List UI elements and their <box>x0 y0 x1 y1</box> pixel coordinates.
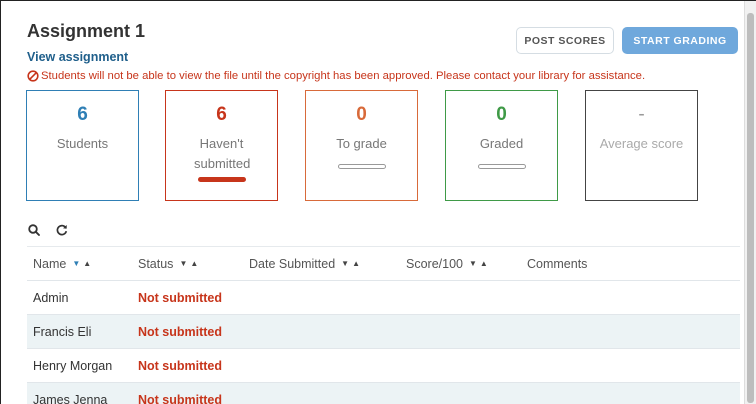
column-label: Status <box>138 256 174 271</box>
scrollbar-thumb[interactable] <box>747 13 754 403</box>
sort-desc-icon[interactable]: ▼ <box>469 259 477 268</box>
submission-status: Not submitted <box>138 324 223 339</box>
card-value: 0 <box>496 104 507 125</box>
column-label: Date Submitted <box>249 256 336 271</box>
submission-status: Not submitted <box>138 358 223 373</box>
submission-status: Not submitted <box>138 290 223 305</box>
table-row[interactable]: Admin Not submitted <box>27 280 740 314</box>
card-progress-bar <box>337 164 386 169</box>
start-grading-button[interactable]: START GRADING <box>622 27 738 54</box>
sort-asc-icon[interactable]: ▲ <box>352 259 360 268</box>
table-row[interactable]: Francis Eli Not submitted <box>27 314 740 348</box>
column-label: Name <box>33 256 67 271</box>
copyright-warning: Students will not be able to view the fi… <box>27 70 645 82</box>
sort-asc-icon[interactable]: ▲ <box>190 259 198 268</box>
card-progress-bar <box>477 164 526 169</box>
card-havent-submitted[interactable]: 6 Haven't submitted <box>165 90 278 201</box>
student-name: Admin <box>33 290 69 305</box>
column-header-date-submitted[interactable]: Date Submitted ▼ ▲ <box>249 257 360 271</box>
sort-controls: ▼ ▲ <box>469 259 488 268</box>
column-label: Score/100 <box>406 256 463 271</box>
search-icon[interactable] <box>27 223 41 237</box>
table-tools <box>27 223 69 237</box>
ban-icon <box>27 70 39 82</box>
submissions-table: Name ▼ ▲ Status ▼ ▲ Date Submitted ▼ ▲ S… <box>27 246 740 404</box>
warning-text: Students will not be able to view the fi… <box>41 70 646 82</box>
card-label: Graded <box>479 136 524 151</box>
card-average-score[interactable]: - Average score <box>585 90 698 201</box>
sort-controls: ▼ ▲ <box>72 259 91 268</box>
card-value: 6 <box>77 104 88 125</box>
card-graded[interactable]: 0 Graded <box>445 90 558 201</box>
assignment-panel: Assignment 1 View assignment POST SCORES… <box>0 0 756 404</box>
card-label: Average score <box>599 136 684 151</box>
card-value: 6 <box>216 104 227 125</box>
card-value: - <box>638 104 645 125</box>
view-assignment-link[interactable]: View assignment <box>27 50 128 64</box>
post-scores-button[interactable]: POST SCORES <box>516 27 614 54</box>
sort-desc-icon[interactable]: ▼ <box>179 259 187 268</box>
column-header-comments: Comments <box>527 256 588 271</box>
sort-controls: ▼ ▲ <box>179 259 198 268</box>
column-header-status[interactable]: Status ▼ ▲ <box>138 257 198 271</box>
page-title: Assignment 1 <box>27 21 146 41</box>
card-progress-bar <box>197 177 246 182</box>
table-row[interactable]: James Jenna Not submitted <box>27 382 740 404</box>
student-name: Henry Morgan <box>33 358 113 373</box>
card-to-grade[interactable]: 0 To grade <box>305 90 418 201</box>
sort-controls: ▼ ▲ <box>341 259 360 268</box>
submission-status: Not submitted <box>138 392 223 404</box>
student-name: Francis Eli <box>33 324 92 339</box>
card-label: Haven't submitted <box>194 136 251 171</box>
vertical-scrollbar[interactable] <box>744 1 756 404</box>
sort-asc-icon[interactable]: ▲ <box>83 259 91 268</box>
sort-desc-icon[interactable]: ▼ <box>341 259 349 268</box>
table-header-row: Name ▼ ▲ Status ▼ ▲ Date Submitted ▼ ▲ S… <box>27 246 740 280</box>
card-value: 0 <box>356 104 367 125</box>
card-label: Students <box>56 136 109 151</box>
table-row[interactable]: Henry Morgan Not submitted <box>27 348 740 382</box>
refresh-icon[interactable] <box>55 223 69 237</box>
sort-asc-icon[interactable]: ▲ <box>480 259 488 268</box>
card-label: To grade <box>336 136 387 151</box>
student-name: James Jenna <box>33 392 108 404</box>
column-header-score[interactable]: Score/100 ▼ ▲ <box>406 257 488 271</box>
column-header-name[interactable]: Name ▼ ▲ <box>33 257 91 271</box>
sort-desc-icon[interactable]: ▼ <box>72 259 80 268</box>
card-students[interactable]: 6 Students <box>26 90 139 201</box>
